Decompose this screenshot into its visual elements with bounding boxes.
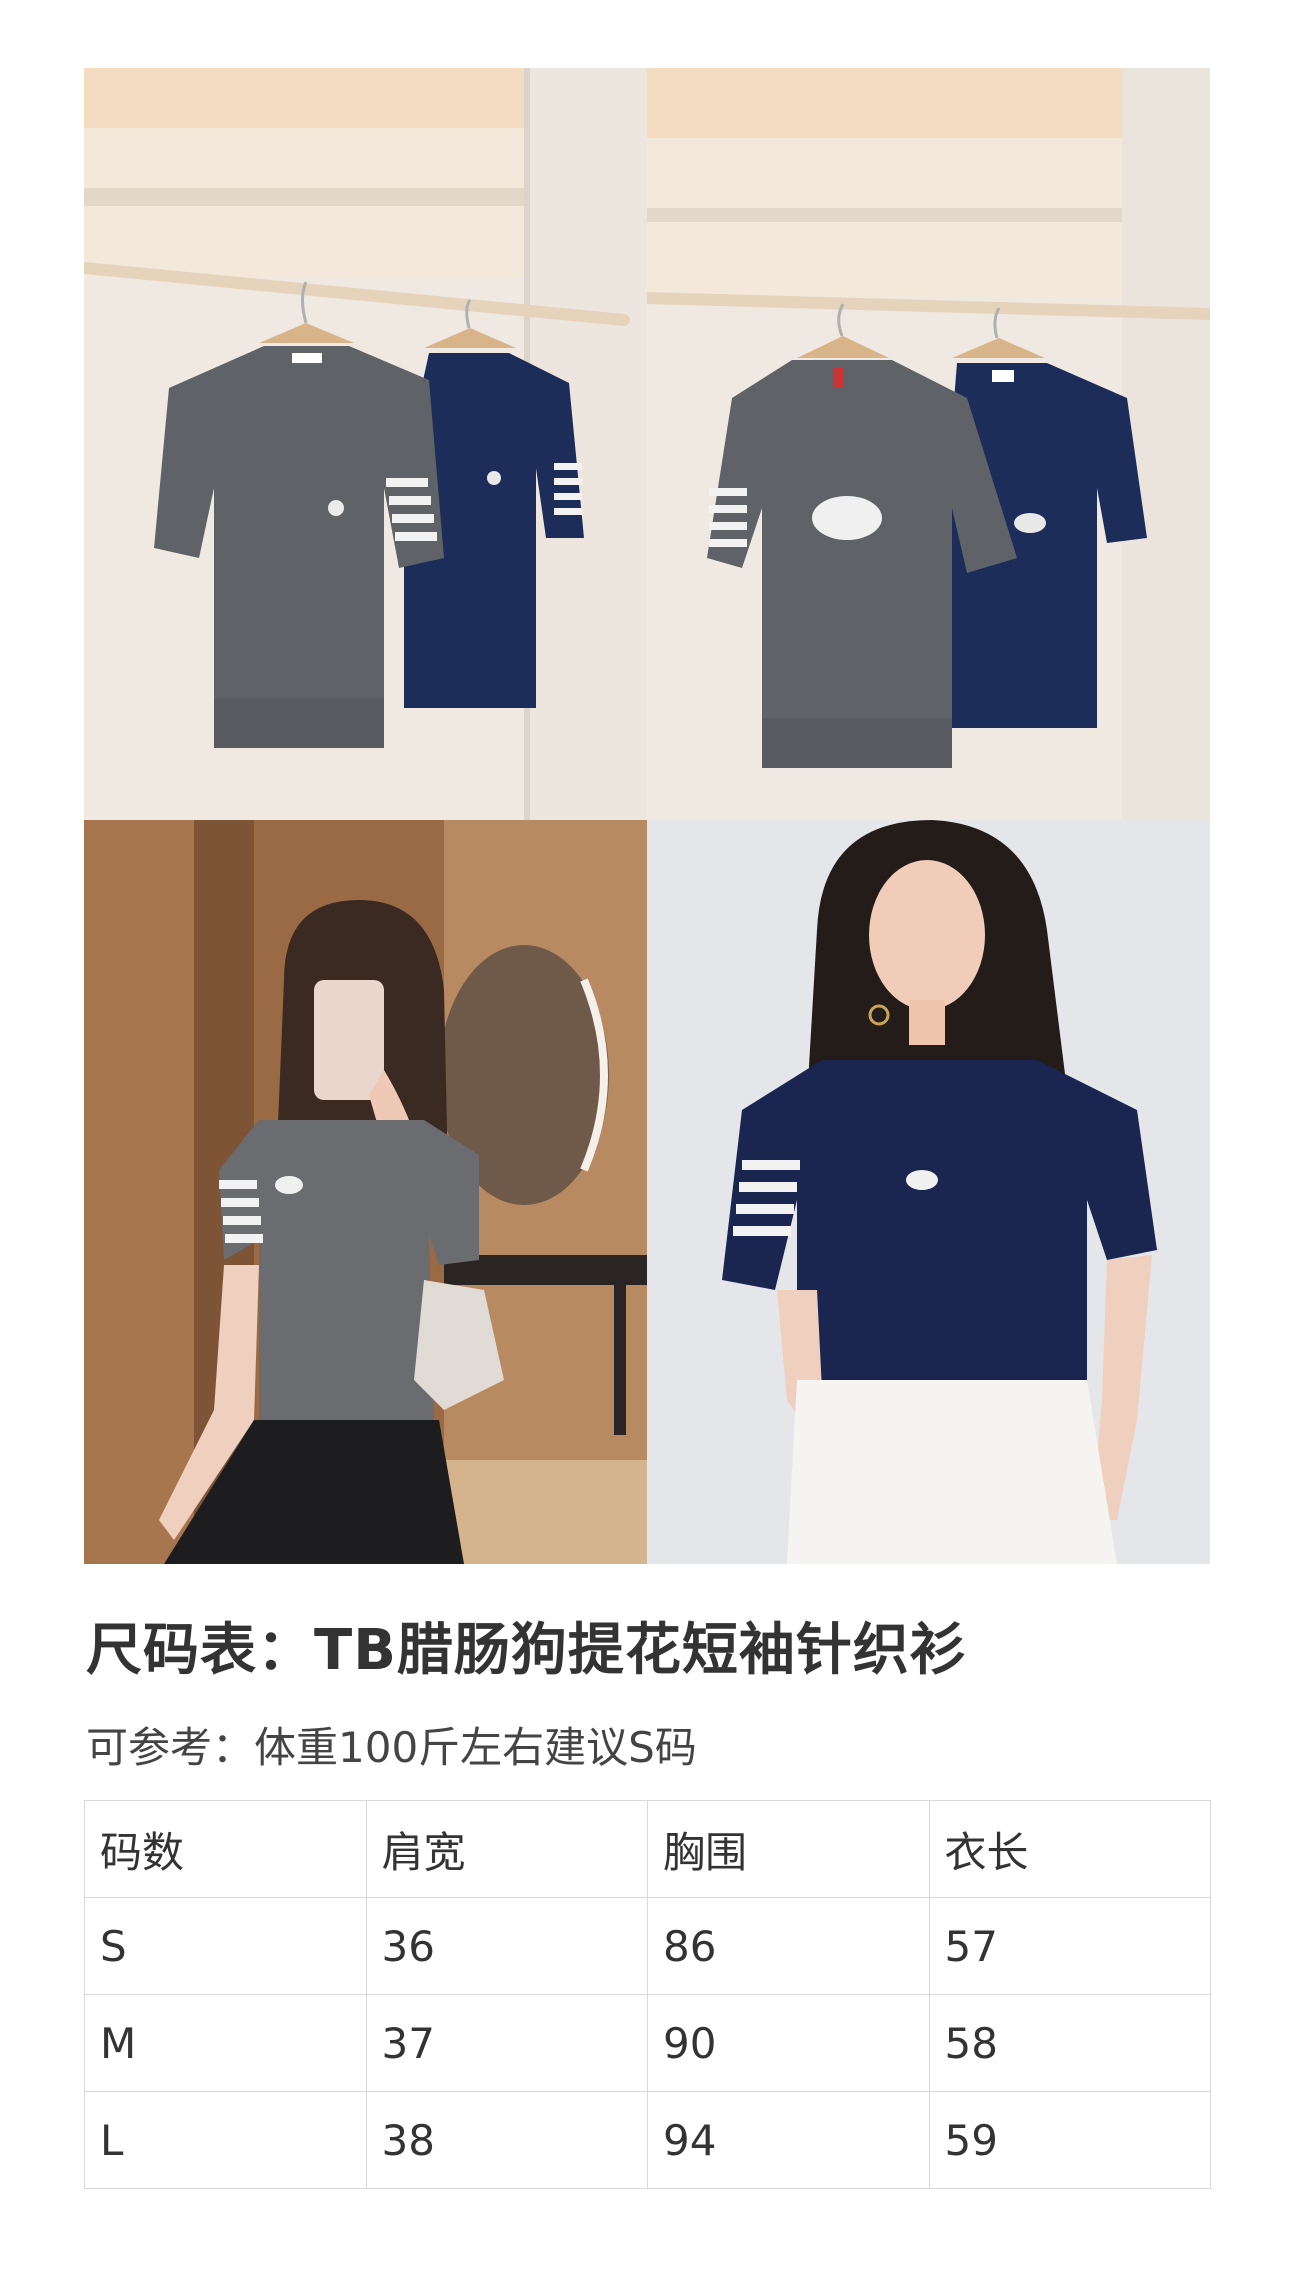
header-shoulder-width: 肩宽 xyxy=(365,1800,648,1898)
size-recommendation-note: 可参考：体重100斤左右建议S码 xyxy=(86,1723,697,1772)
header-size: 码数 xyxy=(84,1800,367,1898)
size-table: 码数 肩宽 胸围 衣长 S 36 86 57 M 37 90 58 L 38 9… xyxy=(84,1800,1211,2189)
header-length: 衣长 xyxy=(928,1800,1211,1898)
product-photo-grid xyxy=(84,68,1210,1564)
photo-mirror-selfie-grey xyxy=(84,820,647,1564)
cell-length: 59 xyxy=(928,2091,1211,2189)
cell-chest: 90 xyxy=(647,1994,930,2092)
cell-shoulder-width: 38 xyxy=(365,2091,648,2189)
photo-hanging-back xyxy=(647,68,1210,820)
cell-size: L xyxy=(84,2091,367,2189)
size-chart-title: 尺码表：TB腊肠狗提花短袖针织衫 xyxy=(86,1618,967,1683)
table-row: S 36 86 57 xyxy=(84,1897,1211,1995)
table-header-row: 码数 肩宽 胸围 衣长 xyxy=(84,1800,1211,1898)
cell-shoulder-width: 36 xyxy=(365,1897,648,1995)
cell-size: S xyxy=(84,1897,367,1995)
cell-chest: 86 xyxy=(647,1897,930,1995)
photo-hanging-front xyxy=(84,68,647,820)
cell-shoulder-width: 37 xyxy=(365,1994,648,2092)
cell-chest: 94 xyxy=(647,2091,930,2189)
cell-length: 58 xyxy=(928,1994,1211,2092)
header-chest: 胸围 xyxy=(647,1800,930,1898)
table-row: L 38 94 59 xyxy=(84,2091,1211,2189)
cell-length: 57 xyxy=(928,1897,1211,1995)
cell-size: M xyxy=(84,1994,367,2092)
photo-model-navy xyxy=(647,820,1210,1564)
table-row: M 37 90 58 xyxy=(84,1994,1211,2092)
